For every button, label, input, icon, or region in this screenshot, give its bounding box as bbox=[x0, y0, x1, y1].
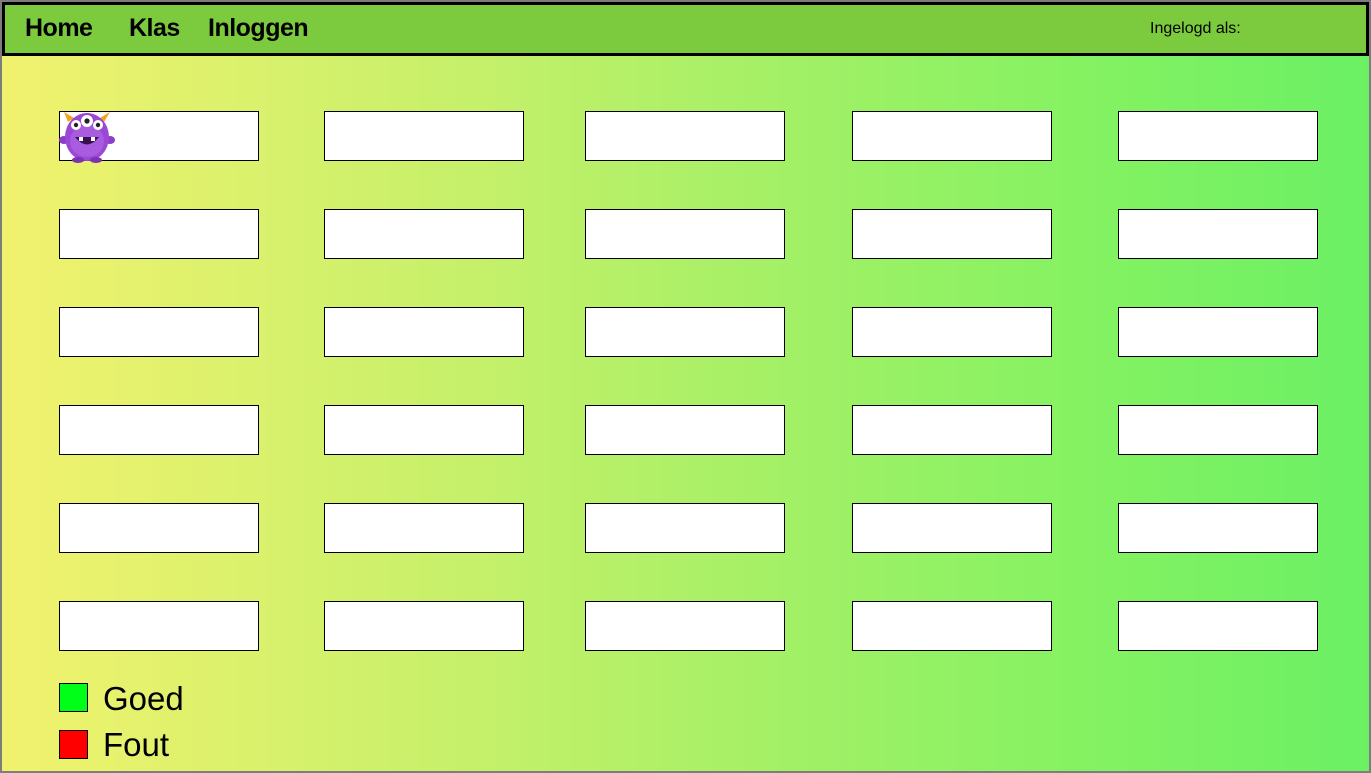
board-cell[interactable] bbox=[585, 503, 785, 553]
board-cell[interactable] bbox=[1118, 405, 1318, 455]
board-cell[interactable] bbox=[324, 503, 524, 553]
board-cell[interactable] bbox=[1118, 111, 1318, 161]
board-cell[interactable] bbox=[852, 503, 1052, 553]
legend-wrong-swatch bbox=[59, 730, 88, 759]
board-cell[interactable] bbox=[59, 503, 259, 553]
nav-home-link[interactable]: Home bbox=[25, 14, 93, 43]
board-cell[interactable] bbox=[852, 209, 1052, 259]
board-cell[interactable] bbox=[324, 111, 524, 161]
board-cell[interactable] bbox=[585, 209, 785, 259]
board-cell[interactable] bbox=[324, 405, 524, 455]
board-cell[interactable] bbox=[585, 111, 785, 161]
board-cell[interactable] bbox=[59, 307, 259, 357]
nav-klas-link[interactable]: Klas bbox=[129, 14, 180, 43]
board-cell[interactable] bbox=[852, 111, 1052, 161]
legend-good-swatch bbox=[59, 683, 88, 712]
nav-inloggen-link[interactable]: Inloggen bbox=[208, 14, 309, 43]
board-cell[interactable] bbox=[585, 307, 785, 357]
board-cell[interactable] bbox=[324, 209, 524, 259]
board-cell[interactable] bbox=[852, 601, 1052, 651]
legend-good-label: Goed bbox=[103, 680, 184, 717]
board-cell[interactable] bbox=[852, 405, 1052, 455]
board-cell[interactable] bbox=[1118, 307, 1318, 357]
board-cell[interactable] bbox=[59, 405, 259, 455]
board-cell[interactable] bbox=[1118, 601, 1318, 651]
board-cell[interactable] bbox=[585, 601, 785, 651]
board-cell[interactable] bbox=[324, 601, 524, 651]
board-cell[interactable] bbox=[1118, 209, 1318, 259]
legend-wrong-label: Fout bbox=[103, 726, 170, 763]
logged-in-label: Ingelogd als: bbox=[1150, 20, 1241, 37]
board-cell[interactable] bbox=[324, 307, 524, 357]
board-cell[interactable] bbox=[585, 405, 785, 455]
top-navbar: Home Klas Inloggen Ingelogd als: bbox=[2, 2, 1369, 56]
board-cell[interactable] bbox=[852, 307, 1052, 357]
board-cell[interactable] bbox=[59, 601, 259, 651]
purple-monster-icon[interactable] bbox=[58, 108, 116, 164]
board-cell[interactable] bbox=[59, 209, 259, 259]
board-cell[interactable] bbox=[1118, 503, 1318, 553]
